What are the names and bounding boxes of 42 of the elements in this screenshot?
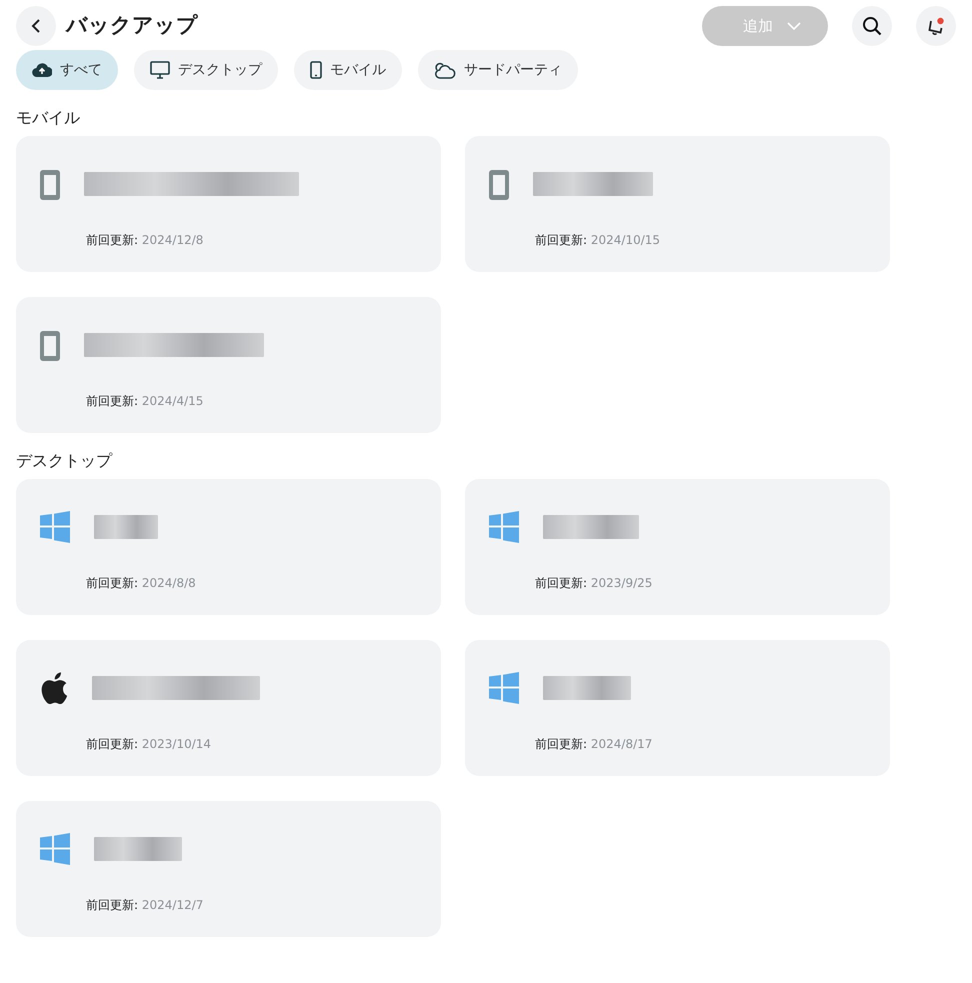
phone-icon — [40, 170, 60, 200]
device-card[interactable]: 前回更新: 2024/12/8 — [16, 136, 441, 272]
bell-icon — [926, 16, 946, 36]
search-icon — [862, 16, 882, 36]
device-card[interactable]: 前回更新: 2024/8/17 — [465, 640, 890, 776]
back-button[interactable] — [16, 6, 56, 46]
windows-logo-icon — [489, 672, 519, 704]
device-card[interactable]: 前回更新: 2023/9/25 — [465, 479, 890, 616]
section-heading: モバイル — [16, 108, 81, 128]
search-button[interactable] — [852, 6, 892, 46]
chevron-down-icon — [787, 22, 801, 30]
last-update-text: 前回更新: 2023/10/14 — [86, 736, 212, 754]
last-update-text: 前回更新: 2024/4/15 — [86, 393, 204, 410]
windows-logo-icon — [40, 511, 70, 544]
filter-tab[interactable]: モバイル — [294, 50, 402, 90]
last-update-text: 前回更新: 2024/8/17 — [535, 736, 652, 754]
filter-tab[interactable]: サードパーティ — [418, 50, 578, 90]
last-update-text: 前回更新: 2024/12/7 — [86, 897, 204, 914]
windows-logo-icon — [489, 511, 519, 544]
device-card[interactable]: 前回更新: 2023/10/14 — [16, 640, 441, 776]
last-update-text: 前回更新: 2023/9/25 — [535, 575, 652, 592]
device-card[interactable]: 前回更新: 2024/4/15 — [16, 297, 441, 434]
phone-icon — [40, 331, 60, 362]
filter-tab[interactable]: デスクトップ — [134, 50, 278, 90]
phone-icon — [310, 61, 322, 79]
page-title: バックアップ — [66, 13, 198, 39]
clouds-icon — [434, 61, 456, 79]
section-heading: デスクトップ — [16, 451, 114, 470]
filter-tab[interactable]: すべて — [16, 50, 118, 90]
device-card[interactable]: 前回更新: 2024/12/7 — [16, 801, 441, 938]
cloud-upload-icon — [32, 62, 52, 78]
phone-icon — [489, 170, 509, 200]
notification-button[interactable] — [916, 6, 956, 46]
device-card[interactable]: 前回更新: 2024/10/15 — [465, 136, 890, 272]
device-card[interactable]: 前回更新: 2024/8/8 — [16, 479, 441, 616]
redacted-name-block — [94, 515, 158, 540]
windows-logo-icon — [40, 833, 70, 866]
last-update-text: 前回更新: 2024/8/8 — [86, 575, 196, 592]
last-update-text: 前回更新: 2024/10/15 — [535, 232, 660, 250]
last-update-text: 前回更新: 2024/12/8 — [86, 232, 204, 250]
monitor-icon — [150, 61, 170, 79]
apple-logo-icon — [40, 672, 68, 704]
